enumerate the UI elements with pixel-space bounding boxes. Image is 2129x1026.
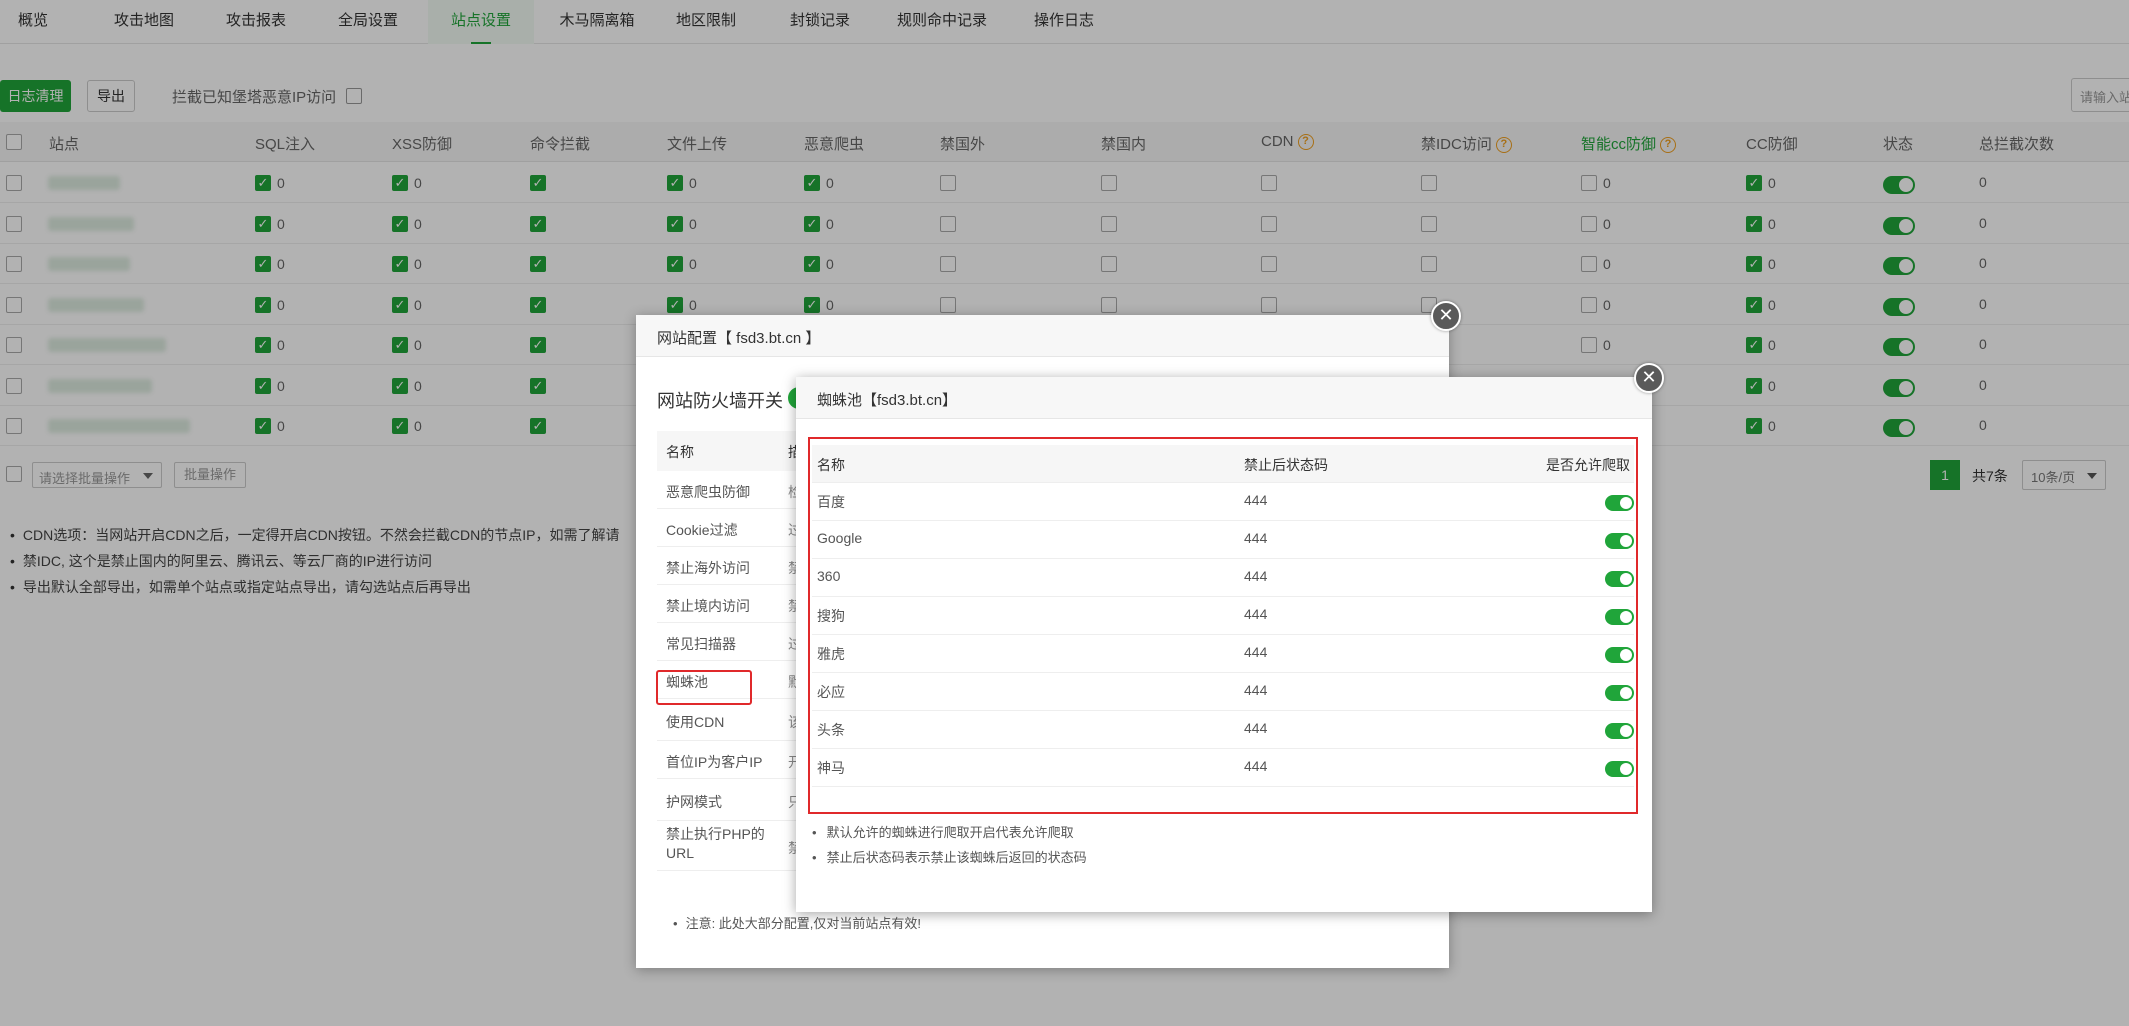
highlight-spider-table xyxy=(808,437,1638,814)
config-name: 恶意爬虫防御 xyxy=(666,484,750,500)
config-name: 禁止海外访问 xyxy=(666,560,750,576)
config-row: 护网模式只 xyxy=(657,779,817,821)
dialog-title: 蜘蛛池【fsd3.bt.cn】 xyxy=(817,392,958,409)
config-row: Cookie过滤过 xyxy=(657,509,817,547)
firewall-switch-label: 网站防火墙开关 xyxy=(657,391,783,411)
dialog-title: 网站配置【 fsd3.bt.cn 】 xyxy=(657,330,821,347)
close-icon[interactable]: ✕ xyxy=(1634,363,1664,393)
config-row: 使用CDN 该 xyxy=(657,699,817,741)
config-row: 恶意爬虫防御检 xyxy=(657,471,817,509)
col-name: 名称 xyxy=(666,444,694,460)
config-row: 禁止海外访问禁 xyxy=(657,547,817,585)
spider-tips: 默认允许的蜘蛛进行爬取开启代表允许爬取 禁止后状态码表示禁止该蜘蛛后返回的状态码 xyxy=(812,820,1087,870)
config-name: 使用CDN xyxy=(666,714,725,730)
tip-item: 默认允许的蜘蛛进行爬取开启代表允许爬取 xyxy=(812,820,1087,845)
spider-pool-dialog: 蜘蛛池【fsd3.bt.cn】 名称 禁止后状态码 是否允许爬取 百度 444 Go… xyxy=(796,377,1652,912)
config-name: Cookie过滤 xyxy=(666,522,738,538)
config-name: 禁止执行PHP的URL xyxy=(666,826,765,861)
tip-item: 禁止后状态码表示禁止该蜘蛛后返回的状态码 xyxy=(812,845,1087,870)
close-icon[interactable]: ✕ xyxy=(1431,301,1461,331)
config-row: 禁止境内访问禁 xyxy=(657,585,817,623)
config-row: 首位IP为客户IP 开 xyxy=(657,741,817,779)
dialog-header: 网站配置【 fsd3.bt.cn 】 xyxy=(636,315,1449,357)
config-name: 禁止境内访问 xyxy=(666,598,750,614)
config-name: 护网模式 xyxy=(666,794,722,810)
config-name: 首位IP为客户IP xyxy=(666,754,763,770)
config-name: 常见扫描器 xyxy=(666,636,736,652)
highlight-spider-pool xyxy=(656,670,752,705)
dialog-header: 蜘蛛池【fsd3.bt.cn】 xyxy=(796,377,1652,419)
dialog-note: 注意: 此处大部分配置,仅对当前站点有效! xyxy=(673,913,921,932)
config-row: 常见扫描器过 xyxy=(657,623,817,661)
config-row: 禁止执行PHP的URL 禁 xyxy=(657,821,817,871)
